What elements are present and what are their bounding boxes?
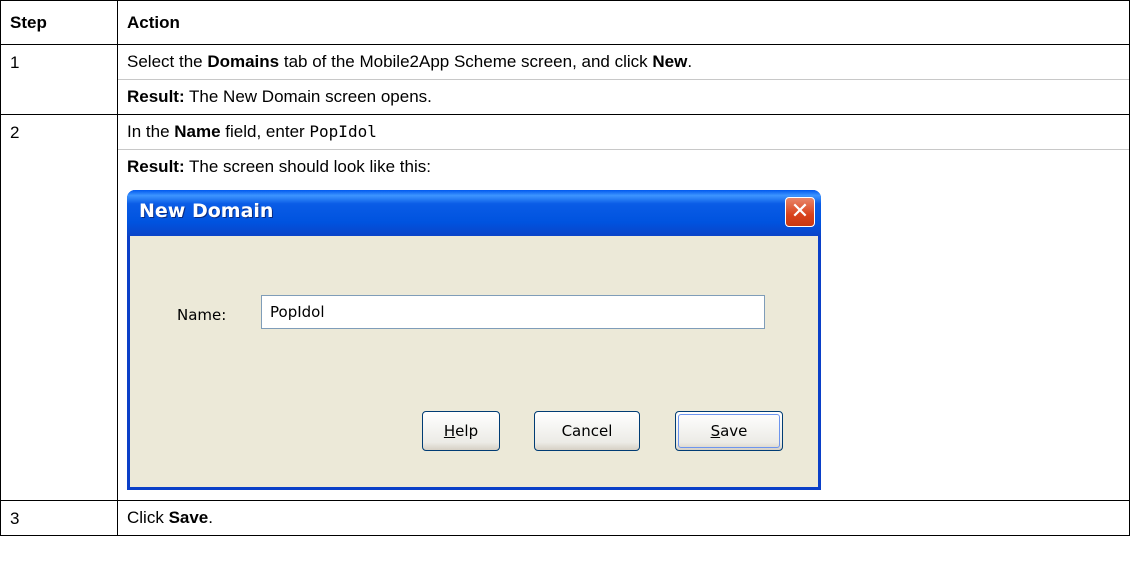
- table-row: 3 Click Save.: [0, 500, 1130, 536]
- name-input[interactable]: PopIdol: [261, 295, 765, 329]
- name-label: Name:: [177, 306, 227, 324]
- header-action: Action: [117, 0, 1130, 45]
- steps-table: Step Action 1 Select the Domains tab of …: [0, 0, 1130, 536]
- table-header-row: Step Action: [0, 0, 1130, 45]
- step-number: 1: [0, 44, 118, 115]
- table-row: 1 Select the Domains tab of the Mobile2A…: [0, 44, 1130, 115]
- cancel-button[interactable]: Cancel: [534, 411, 640, 451]
- step-number: 2: [0, 114, 118, 501]
- close-button[interactable]: ✕: [785, 197, 815, 227]
- save-button[interactable]: Save: [675, 411, 783, 451]
- instruction-text: Click Save.: [127, 508, 213, 527]
- action-cell: In the Name field, enter PopIdol Result:…: [117, 114, 1130, 501]
- instruction-text: Select the Domains tab of the Mobile2App…: [127, 52, 693, 71]
- close-icon: ✕: [790, 199, 810, 224]
- dialog-title: New Domain: [139, 200, 274, 222]
- dialog-titlebar[interactable]: New Domain ✕: [127, 190, 821, 236]
- result-text: Result: The New Domain screen opens.: [118, 79, 1129, 114]
- table-row: 2 In the Name field, enter PopIdol Resul…: [0, 114, 1130, 501]
- help-button[interactable]: Help: [422, 411, 500, 451]
- result-text: Result: The screen should look like this…: [118, 149, 1129, 184]
- action-cell: Click Save.: [117, 500, 1130, 536]
- action-cell: Select the Domains tab of the Mobile2App…: [117, 44, 1130, 115]
- step-number: 3: [0, 500, 118, 536]
- new-domain-dialog: New Domain ✕ Name: PopIdol Help Cancel S…: [127, 190, 821, 490]
- header-step: Step: [0, 0, 118, 45]
- instruction-text: In the Name field, enter PopIdol: [127, 122, 377, 141]
